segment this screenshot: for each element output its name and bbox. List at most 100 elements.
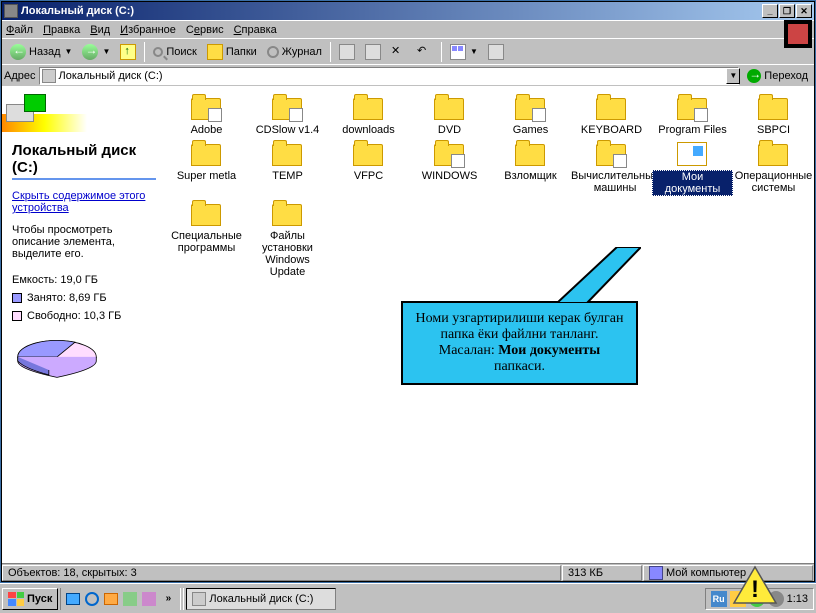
folder-label: Файлы установки Windows Update bbox=[247, 230, 328, 278]
maximize-button[interactable]: ❐ bbox=[779, 4, 795, 18]
mycomputer-icon bbox=[649, 566, 663, 580]
folder-label: SBPCI bbox=[757, 124, 790, 136]
close-button[interactable]: ✕ bbox=[796, 4, 812, 18]
window-title: Локальный диск (C:) bbox=[21, 5, 762, 17]
views-button[interactable]: ▼ bbox=[446, 42, 482, 62]
folder-icon bbox=[191, 94, 223, 122]
back-button[interactable]: Назад▼ bbox=[6, 42, 76, 62]
folder-label: CDSlow v1.4 bbox=[256, 124, 320, 136]
menu-tools[interactable]: Сервис bbox=[186, 24, 224, 36]
folder-item[interactable]: KEYBOARD bbox=[571, 94, 652, 136]
capacity-label: Емкость: 19,0 ГБ bbox=[12, 274, 156, 286]
titlebar: Локальный диск (C:) _ ❐ ✕ bbox=[2, 2, 814, 20]
panel-description: Чтобы просмотреть описание элемента, выд… bbox=[12, 224, 156, 260]
folder-icon bbox=[758, 94, 790, 122]
side-panel: Локальный диск (C:) Скрыть содержимое эт… bbox=[2, 86, 166, 563]
folders-button[interactable]: Папки bbox=[203, 42, 261, 62]
content-area: Локальный диск (C:) Скрыть содержимое эт… bbox=[2, 86, 814, 563]
folder-label: Adobe bbox=[191, 124, 223, 136]
views-icon bbox=[450, 44, 466, 60]
menu-edit[interactable]: Правка bbox=[43, 24, 80, 36]
go-button[interactable]: Переход bbox=[743, 69, 812, 83]
used-legend: Занято: 8,69 ГБ bbox=[12, 292, 156, 304]
quick-launch: » bbox=[60, 588, 181, 610]
ql-app1[interactable] bbox=[121, 590, 139, 608]
folders-icon bbox=[207, 44, 223, 60]
drive-icon bbox=[42, 69, 56, 83]
folder-item[interactable]: WINDOWS bbox=[409, 140, 490, 196]
instruction-callout: Номи узгартирилиши керак булган папка ёк… bbox=[401, 301, 638, 385]
address-dropdown[interactable]: ▼ bbox=[726, 68, 740, 84]
ql-ie[interactable] bbox=[83, 590, 101, 608]
folder-label: Games bbox=[513, 124, 548, 136]
undo-button[interactable]: ↶ bbox=[413, 42, 437, 62]
folder-item[interactable]: Мои документы bbox=[652, 140, 733, 196]
extra-button[interactable] bbox=[484, 42, 508, 62]
address-label: Адрес bbox=[4, 70, 36, 82]
ql-more[interactable]: » bbox=[159, 590, 177, 608]
folder-label: downloads bbox=[342, 124, 395, 136]
ql-outlook[interactable] bbox=[102, 590, 120, 608]
throbber-icon bbox=[784, 20, 812, 48]
history-button[interactable]: Журнал bbox=[263, 44, 326, 60]
folder-item[interactable]: downloads bbox=[328, 94, 409, 136]
tray-clock[interactable]: 1:13 bbox=[787, 593, 808, 605]
folder-icon bbox=[272, 140, 304, 168]
status-size: 313 КБ bbox=[562, 565, 642, 581]
folder-item[interactable]: Program Files bbox=[652, 94, 733, 136]
folder-item[interactable]: Файлы установки Windows Update bbox=[247, 200, 328, 278]
folder-label: TEMP bbox=[272, 170, 303, 182]
explorer-window: Локальный диск (C:) _ ❐ ✕ Файл Правка Ви… bbox=[1, 1, 815, 582]
free-legend: Свободно: 10,3 ГБ bbox=[12, 310, 156, 322]
lang-indicator[interactable]: Ru bbox=[711, 591, 727, 607]
folder-item[interactable]: SBPCI bbox=[733, 94, 814, 136]
folder-label: Взломщик bbox=[504, 170, 557, 182]
start-button[interactable]: Пуск bbox=[2, 588, 58, 610]
folder-label: DVD bbox=[438, 124, 461, 136]
menu-view[interactable]: Вид bbox=[90, 24, 110, 36]
search-button[interactable]: Поиск bbox=[149, 44, 200, 60]
panel-title: Локальный диск (C:) bbox=[12, 142, 156, 180]
copyto-button[interactable] bbox=[361, 42, 385, 62]
folder-label: Специальные программы bbox=[166, 230, 247, 254]
folder-item[interactable]: Взломщик bbox=[490, 140, 571, 196]
toolbar: Назад▼ ▼ Поиск Папки Журнал ✕ ↶ ▼ bbox=[2, 38, 814, 64]
folder-label: WINDOWS bbox=[422, 170, 478, 182]
status-objects: Объектов: 18, скрытых: 3 bbox=[2, 565, 561, 581]
hide-contents-link[interactable]: Скрыть содержимое этого устройства bbox=[12, 190, 156, 214]
folder-item[interactable]: TEMP bbox=[247, 140, 328, 196]
ql-app2[interactable] bbox=[140, 590, 158, 608]
folder-item[interactable]: Операционные системы bbox=[733, 140, 814, 196]
folder-item[interactable]: VFPC bbox=[328, 140, 409, 196]
taskbar-task[interactable]: Локальный диск (C:) bbox=[186, 588, 336, 610]
folder-item[interactable]: Adobe bbox=[166, 94, 247, 136]
up-button[interactable] bbox=[116, 42, 140, 62]
folder-item[interactable]: Super metla bbox=[166, 140, 247, 196]
folder-icon bbox=[191, 140, 223, 168]
folder-icon bbox=[434, 140, 466, 168]
folder-label: Super metla bbox=[177, 170, 236, 182]
ql-desktop[interactable] bbox=[64, 590, 82, 608]
folder-icon bbox=[596, 140, 628, 168]
folder-icon bbox=[758, 140, 790, 168]
moveto-button[interactable] bbox=[335, 42, 359, 62]
menu-help[interactable]: Справка bbox=[234, 24, 277, 36]
menu-favorites[interactable]: Избранное bbox=[120, 24, 176, 36]
forward-icon bbox=[82, 44, 98, 60]
callout-line1: Номи узгартирилиши керак булган bbox=[413, 311, 626, 327]
forward-button[interactable]: ▼ bbox=[78, 42, 114, 62]
copyto-icon bbox=[365, 44, 381, 60]
delete-button[interactable]: ✕ bbox=[387, 42, 411, 62]
folder-icon bbox=[272, 94, 304, 122]
folder-icon bbox=[434, 94, 466, 122]
folder-item[interactable]: DVD bbox=[409, 94, 490, 136]
menu-file[interactable]: Файл bbox=[6, 24, 33, 36]
folder-icon bbox=[191, 200, 223, 228]
folder-item[interactable]: Специальные программы bbox=[166, 200, 247, 278]
folder-item[interactable]: Вычислительные машины bbox=[571, 140, 652, 196]
history-icon bbox=[267, 46, 279, 58]
minimize-button[interactable]: _ bbox=[762, 4, 778, 18]
folder-item[interactable]: Games bbox=[490, 94, 571, 136]
folder-item[interactable]: CDSlow v1.4 bbox=[247, 94, 328, 136]
address-combo[interactable]: Локальный диск (C:) bbox=[39, 67, 740, 85]
